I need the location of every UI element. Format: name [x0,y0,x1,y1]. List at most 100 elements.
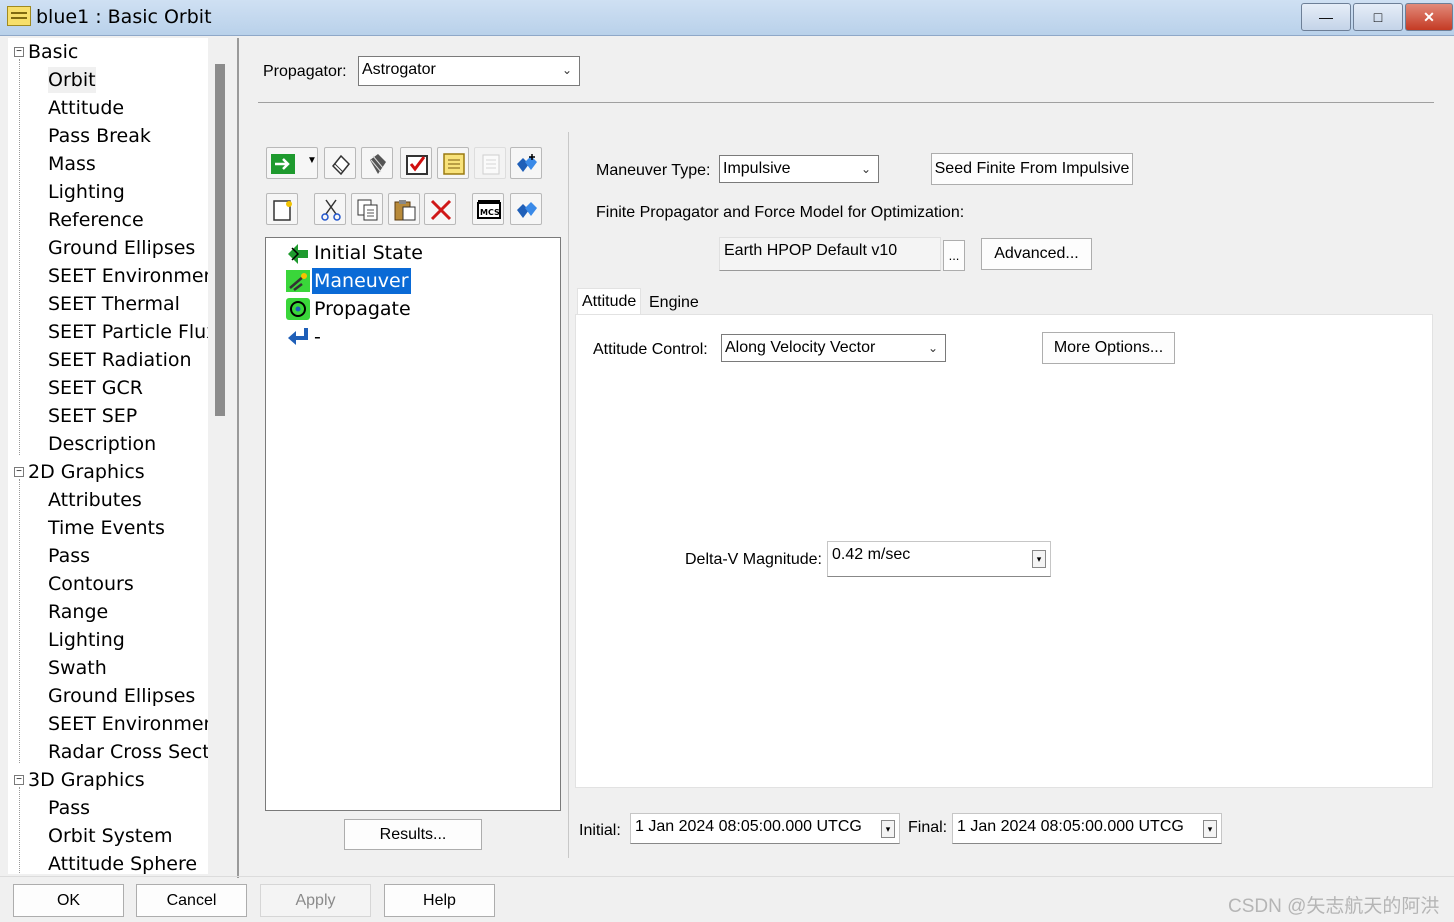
maneuver-type-value: Impulsive [723,160,791,177]
maneuver-type-select[interactable]: Impulsive ⌄ [719,155,879,183]
tree-item[interactable]: Lighting [48,627,125,653]
notes-icon [443,153,465,175]
initial-time-picker-button[interactable]: ▾ [881,820,895,838]
apply-button[interactable]: Apply [260,884,371,917]
panel-divider [568,132,569,858]
footer-divider [0,876,1454,877]
maneuver-icon [286,270,310,292]
cut-button[interactable] [314,193,346,225]
minimize-button[interactable]: — [1301,3,1351,31]
tree-item[interactable]: Radar Cross Sect... [48,739,208,765]
paste-icon [394,200,416,221]
tab-engine[interactable]: Engine [645,290,703,317]
ok-button[interactable]: OK [13,884,124,917]
tree-item[interactable]: SEET Particle Flux [48,319,208,345]
tree-category[interactable]: 3D Graphics [28,767,145,793]
tree-item[interactable]: SEET SEP [48,403,137,429]
tree-item[interactable]: Contours [48,571,134,597]
more-options-button[interactable]: More Options... [1042,332,1175,364]
propagator-label: Propagator: [263,63,347,80]
mission-control-sequence: Initial State Maneuver Propagate - [265,237,561,811]
tree-item[interactable]: Pass Break [48,123,151,149]
tree-scrollbar[interactable] [208,38,228,874]
tree-category[interactable]: 2D Graphics [28,459,145,485]
final-time-picker-button[interactable]: ▾ [1203,820,1217,838]
run-button[interactable]: ▼ [266,147,318,179]
checklist-button[interactable] [400,147,432,179]
mcs-button[interactable]: MCS [472,193,504,225]
tree-item[interactable]: Attributes [48,487,142,513]
help-button[interactable]: Help [384,884,495,917]
close-button[interactable]: ✕ [1405,3,1453,31]
collapse-toggle-icon[interactable]: − [14,775,24,785]
delete-button[interactable] [424,193,456,225]
tree-item[interactable]: SEET Environment [48,711,208,737]
tree-item[interactable]: Lighting [48,179,125,205]
tree-item[interactable]: Description [48,431,156,457]
final-time-value: 1 Jan 2024 08:05:00.000 UTCG [957,818,1184,835]
chevron-down-icon: ⌄ [860,162,872,176]
tab-attitude[interactable]: Attitude [577,288,642,315]
delta-v-field[interactable]: 0.42 m/sec [827,541,1051,577]
tree-item[interactable]: Pass [48,543,90,569]
unit-picker-icon: ▾ [1036,554,1042,564]
splitter[interactable] [237,38,239,878]
cancel-button[interactable]: Cancel [136,884,247,917]
tree-item[interactable]: SEET Thermal [48,291,180,317]
return-icon [288,328,308,345]
seed-finite-button[interactable]: Seed Finite From Impulsive [931,153,1133,185]
delta-v-unit-button[interactable]: ▾ [1032,550,1046,568]
final-label: Final: [908,819,948,836]
notes-button[interactable] [437,147,469,179]
tree-item[interactable]: SEET Environment [48,263,208,289]
clear-all-button[interactable] [361,147,393,179]
propagator-value: Astrogator [362,61,436,78]
browse-propagator-button[interactable]: ... [943,240,965,271]
tree-scroll-thumb[interactable] [215,64,225,416]
propagate-icon [286,298,310,320]
window-title: blue1 : Basic Orbit [36,6,212,28]
tree-item[interactable]: Mass [48,151,96,177]
advanced-button[interactable]: Advanced... [981,238,1092,270]
add-segment-button[interactable] [510,147,542,179]
clear-all-icon [370,154,386,174]
cut-icon [321,199,341,221]
attitude-control-value: Along Velocity Vector [725,339,876,356]
tree-item[interactable]: Pass [48,795,90,821]
initial-time-field[interactable]: 1 Jan 2024 08:05:00.000 UTCG [630,813,900,844]
tree-item[interactable]: Orbit [48,67,96,93]
propagator-select[interactable]: Astrogator ⌄ [358,56,580,86]
tree-item[interactable]: SEET GCR [48,375,143,401]
tree-item[interactable]: SEET Radiation [48,347,192,373]
copy-button[interactable] [351,193,383,225]
results-button[interactable]: Results... [344,819,482,850]
tree-guide-line [19,59,20,455]
checklist-icon [406,155,428,175]
tree-item[interactable]: Attitude Sphere [48,851,197,874]
collapse-toggle-icon[interactable]: − [14,467,24,477]
tree-item[interactable]: Attitude [48,95,124,121]
tree-item[interactable]: Ground Ellipses [48,683,195,709]
attitude-control-select[interactable]: Along Velocity Vector ⌄ [721,334,946,362]
tree-item[interactable]: Ground Ellipses [48,235,195,261]
tree-item[interactable]: Swath [48,655,107,681]
tree-category[interactable]: Basic [28,39,78,65]
time-picker-icon: ▾ [1207,824,1213,834]
tree-item[interactable]: Reference [48,207,144,233]
final-time-field[interactable]: 1 Jan 2024 08:05:00.000 UTCG [952,813,1222,844]
delta-v-value: 0.42 m/sec [832,546,911,563]
chevron-down-icon: ⌄ [927,341,939,355]
disabled-notes-icon [482,154,500,175]
new-button[interactable] [266,193,298,225]
collapse-toggle-icon[interactable]: − [14,47,24,57]
dropdown-arrow-icon: ▼ [307,155,317,166]
paste-button[interactable] [388,193,420,225]
tree-item[interactable]: Orbit System [48,823,172,849]
cube-button[interactable] [510,193,542,225]
maximize-button[interactable]: □ [1353,3,1403,31]
tree-item[interactable]: Range [48,599,108,625]
attitude-control-label: Attitude Control: [593,341,708,358]
finite-propagator-field: Earth HPOP Default v10 [719,237,941,271]
tree-item[interactable]: Time Events [48,515,165,541]
eraser-button[interactable] [324,147,356,179]
